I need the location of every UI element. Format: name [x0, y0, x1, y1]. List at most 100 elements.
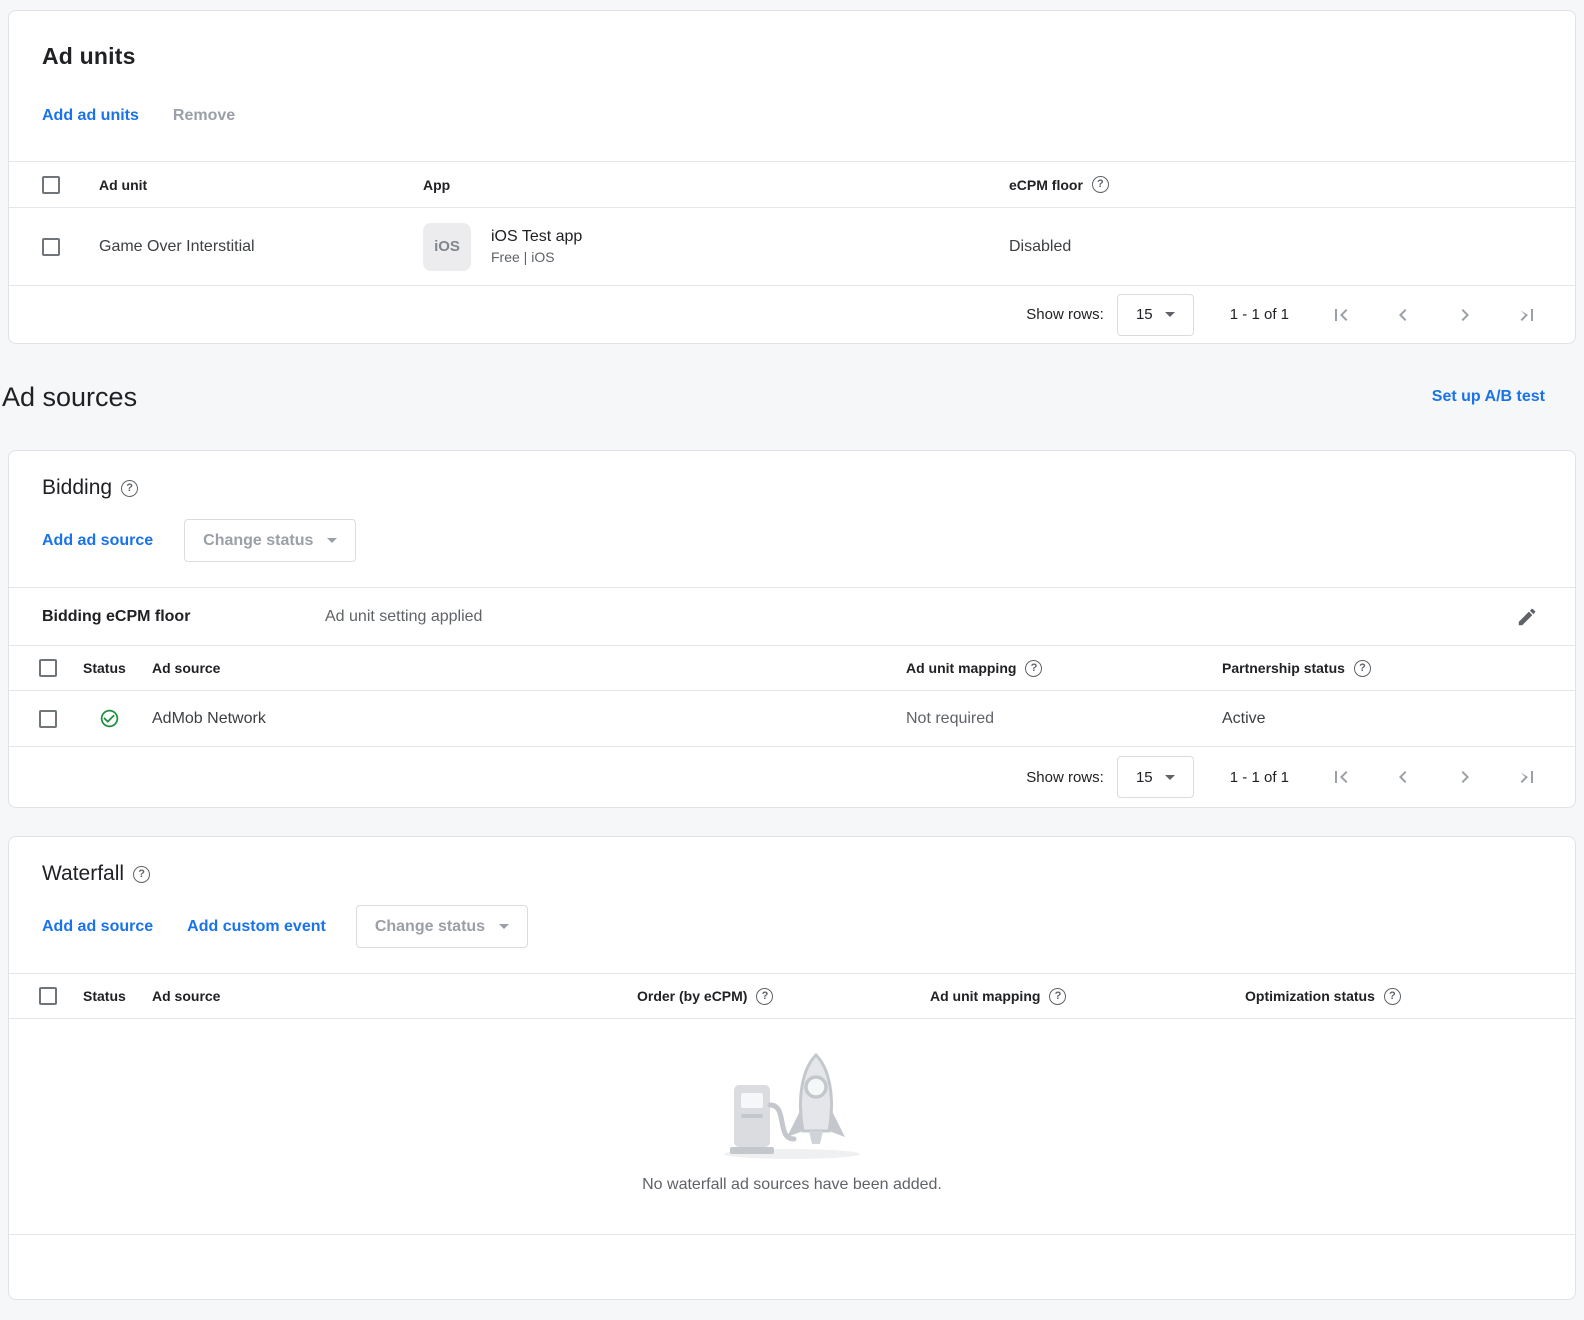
- first-page-icon[interactable]: [1329, 765, 1353, 789]
- column-ecpm-floor-label: eCPM floor: [1009, 177, 1083, 193]
- bidding-ecpm-floor-value: Ad unit setting applied: [325, 608, 482, 626]
- column-optimization-status: Optimization status ?: [1245, 988, 1555, 1005]
- ad-units-pagination: Show rows: 15 1 - 1 of 1: [9, 286, 1575, 343]
- rows-per-page-select[interactable]: 15: [1117, 756, 1194, 798]
- rows-per-page-select[interactable]: 15: [1117, 294, 1194, 336]
- bidding-partnership-value: Active: [1222, 710, 1555, 728]
- column-ad-unit-mapping-label: Ad unit mapping: [930, 988, 1040, 1004]
- waterfall-actions: Add ad source Add custom event Change st…: [9, 905, 1575, 948]
- ad-units-actions: Add ad units Remove: [9, 107, 1575, 125]
- ad-sources-header: Ad sources Set up A/B test: [0, 344, 1584, 450]
- pager: [1329, 303, 1539, 327]
- select-all-cell: [39, 659, 83, 677]
- ad-unit-mapping-help-icon[interactable]: ?: [1049, 988, 1066, 1005]
- remove-button[interactable]: Remove: [173, 107, 235, 125]
- chevron-down-icon: [1165, 312, 1175, 317]
- last-page-icon[interactable]: [1515, 303, 1539, 327]
- mediation-page: Ad units Add ad units Remove Ad unit App…: [0, 10, 1584, 1300]
- active-check-icon: [99, 708, 120, 729]
- bidding-ecpm-floor-row: Bidding eCPM floor Ad unit setting appli…: [9, 587, 1575, 645]
- bidding-change-status-button[interactable]: Change status: [184, 519, 356, 562]
- bidding-ecpm-floor-label: Bidding eCPM floor: [42, 608, 325, 626]
- rocket-fuel-illustration: [712, 1043, 872, 1161]
- bidding-actions: Add ad source Change status: [9, 519, 1575, 562]
- page-range: 1 - 1 of 1: [1230, 306, 1289, 323]
- bidding-row: AdMob Network Not required Active: [9, 691, 1575, 747]
- app-cell: iOS iOS Test app Free | iOS: [423, 223, 1009, 271]
- last-page-icon[interactable]: [1515, 765, 1539, 789]
- column-ad-source: Ad source: [152, 988, 637, 1004]
- change-status-label: Change status: [375, 918, 485, 936]
- bidding-title-row: Bidding ?: [9, 451, 1575, 501]
- setup-ab-test-link[interactable]: Set up A/B test: [1432, 388, 1545, 406]
- chevron-down-icon: [1165, 775, 1175, 780]
- column-ad-unit-mapping-label: Ad unit mapping: [906, 660, 1016, 676]
- bidding-add-ad-source-button[interactable]: Add ad source: [42, 532, 153, 550]
- waterfall-empty-state: No waterfall ad sources have been added.: [9, 1019, 1575, 1235]
- partnership-status-help-icon[interactable]: ?: [1354, 660, 1371, 677]
- ecpm-floor-value: Disabled: [1009, 238, 1555, 256]
- ad-units-card: Ad units Add ad units Remove Ad unit App…: [8, 10, 1576, 344]
- column-ad-unit: Ad unit: [99, 177, 423, 193]
- bidding-card: Bidding ? Add ad source Change status Bi…: [8, 450, 1576, 808]
- row-checkbox-cell: [39, 710, 83, 728]
- ad-sources-title: Ad sources: [2, 382, 137, 413]
- waterfall-table-header: Status Ad source Order (by eCPM) ? Ad un…: [9, 973, 1575, 1019]
- ad-unit-row-checkbox[interactable]: [42, 238, 60, 256]
- chevron-down-icon: [499, 924, 509, 929]
- app-text: iOS Test app Free | iOS: [491, 228, 582, 265]
- change-status-label: Change status: [203, 532, 313, 550]
- next-page-icon[interactable]: [1453, 765, 1477, 789]
- page-range: 1 - 1 of 1: [1230, 769, 1289, 786]
- bidding-pagination: Show rows: 15 1 - 1 of 1: [9, 747, 1575, 807]
- ad-unit-name[interactable]: Game Over Interstitial: [99, 238, 423, 256]
- bidding-mapping-value: Not required: [906, 710, 1222, 728]
- pencil-icon: [1516, 606, 1538, 628]
- column-optimization-status-label: Optimization status: [1245, 988, 1375, 1004]
- bidding-table-header: Status Ad source Ad unit mapping ? Partn…: [9, 645, 1575, 691]
- column-order-by-ecpm-label: Order (by eCPM): [637, 988, 747, 1004]
- column-status: Status: [83, 660, 152, 676]
- column-partnership-status: Partnership status ?: [1222, 660, 1555, 677]
- select-all-bidding-checkbox[interactable]: [39, 659, 57, 677]
- bidding-help-icon[interactable]: ?: [121, 480, 138, 497]
- column-ad-unit-mapping: Ad unit mapping ?: [906, 660, 1222, 677]
- bidding-row-checkbox[interactable]: [39, 710, 57, 728]
- status-cell: [83, 708, 152, 729]
- waterfall-help-icon[interactable]: ?: [133, 866, 150, 883]
- select-all-ad-units-checkbox[interactable]: [42, 176, 60, 194]
- column-partnership-status-label: Partnership status: [1222, 660, 1345, 676]
- app-meta: Free | iOS: [491, 249, 582, 265]
- add-ad-units-button[interactable]: Add ad units: [42, 107, 139, 125]
- select-all-cell: [42, 176, 99, 194]
- first-page-icon[interactable]: [1329, 303, 1353, 327]
- column-ecpm-floor: eCPM floor ?: [1009, 176, 1555, 193]
- ecpm-floor-help-icon[interactable]: ?: [1092, 176, 1109, 193]
- rows-per-page-value: 15: [1136, 769, 1153, 786]
- column-ad-unit-mapping: Ad unit mapping ?: [930, 988, 1245, 1005]
- waterfall-change-status-button[interactable]: Change status: [356, 905, 528, 948]
- waterfall-title-row: Waterfall ?: [9, 837, 1575, 887]
- add-custom-event-button[interactable]: Add custom event: [187, 918, 326, 936]
- ad-units-table-header: Ad unit App eCPM floor ?: [9, 161, 1575, 208]
- column-ad-source: Ad source: [152, 660, 906, 676]
- column-status: Status: [83, 988, 152, 1004]
- column-order-by-ecpm: Order (by eCPM) ?: [637, 988, 930, 1005]
- select-all-waterfall-checkbox[interactable]: [39, 987, 57, 1005]
- show-rows-label: Show rows:: [1026, 769, 1104, 786]
- bidding-ad-source-name: AdMob Network: [152, 710, 906, 728]
- optimization-status-help-icon[interactable]: ?: [1384, 988, 1401, 1005]
- row-checkbox-cell: [42, 238, 99, 256]
- bidding-title: Bidding: [42, 475, 112, 501]
- ad-unit-row: Game Over Interstitial iOS iOS Test app …: [9, 208, 1575, 286]
- waterfall-title: Waterfall: [42, 861, 124, 887]
- edit-ecpm-floor-button[interactable]: [1512, 602, 1542, 632]
- previous-page-icon[interactable]: [1391, 765, 1415, 789]
- ad-unit-mapping-help-icon[interactable]: ?: [1025, 660, 1042, 677]
- waterfall-add-ad-source-button[interactable]: Add ad source: [42, 918, 153, 936]
- waterfall-card: Waterfall ? Add ad source Add custom eve…: [8, 836, 1576, 1300]
- order-by-ecpm-help-icon[interactable]: ?: [756, 988, 773, 1005]
- previous-page-icon[interactable]: [1391, 303, 1415, 327]
- next-page-icon[interactable]: [1453, 303, 1477, 327]
- pager: [1329, 765, 1539, 789]
